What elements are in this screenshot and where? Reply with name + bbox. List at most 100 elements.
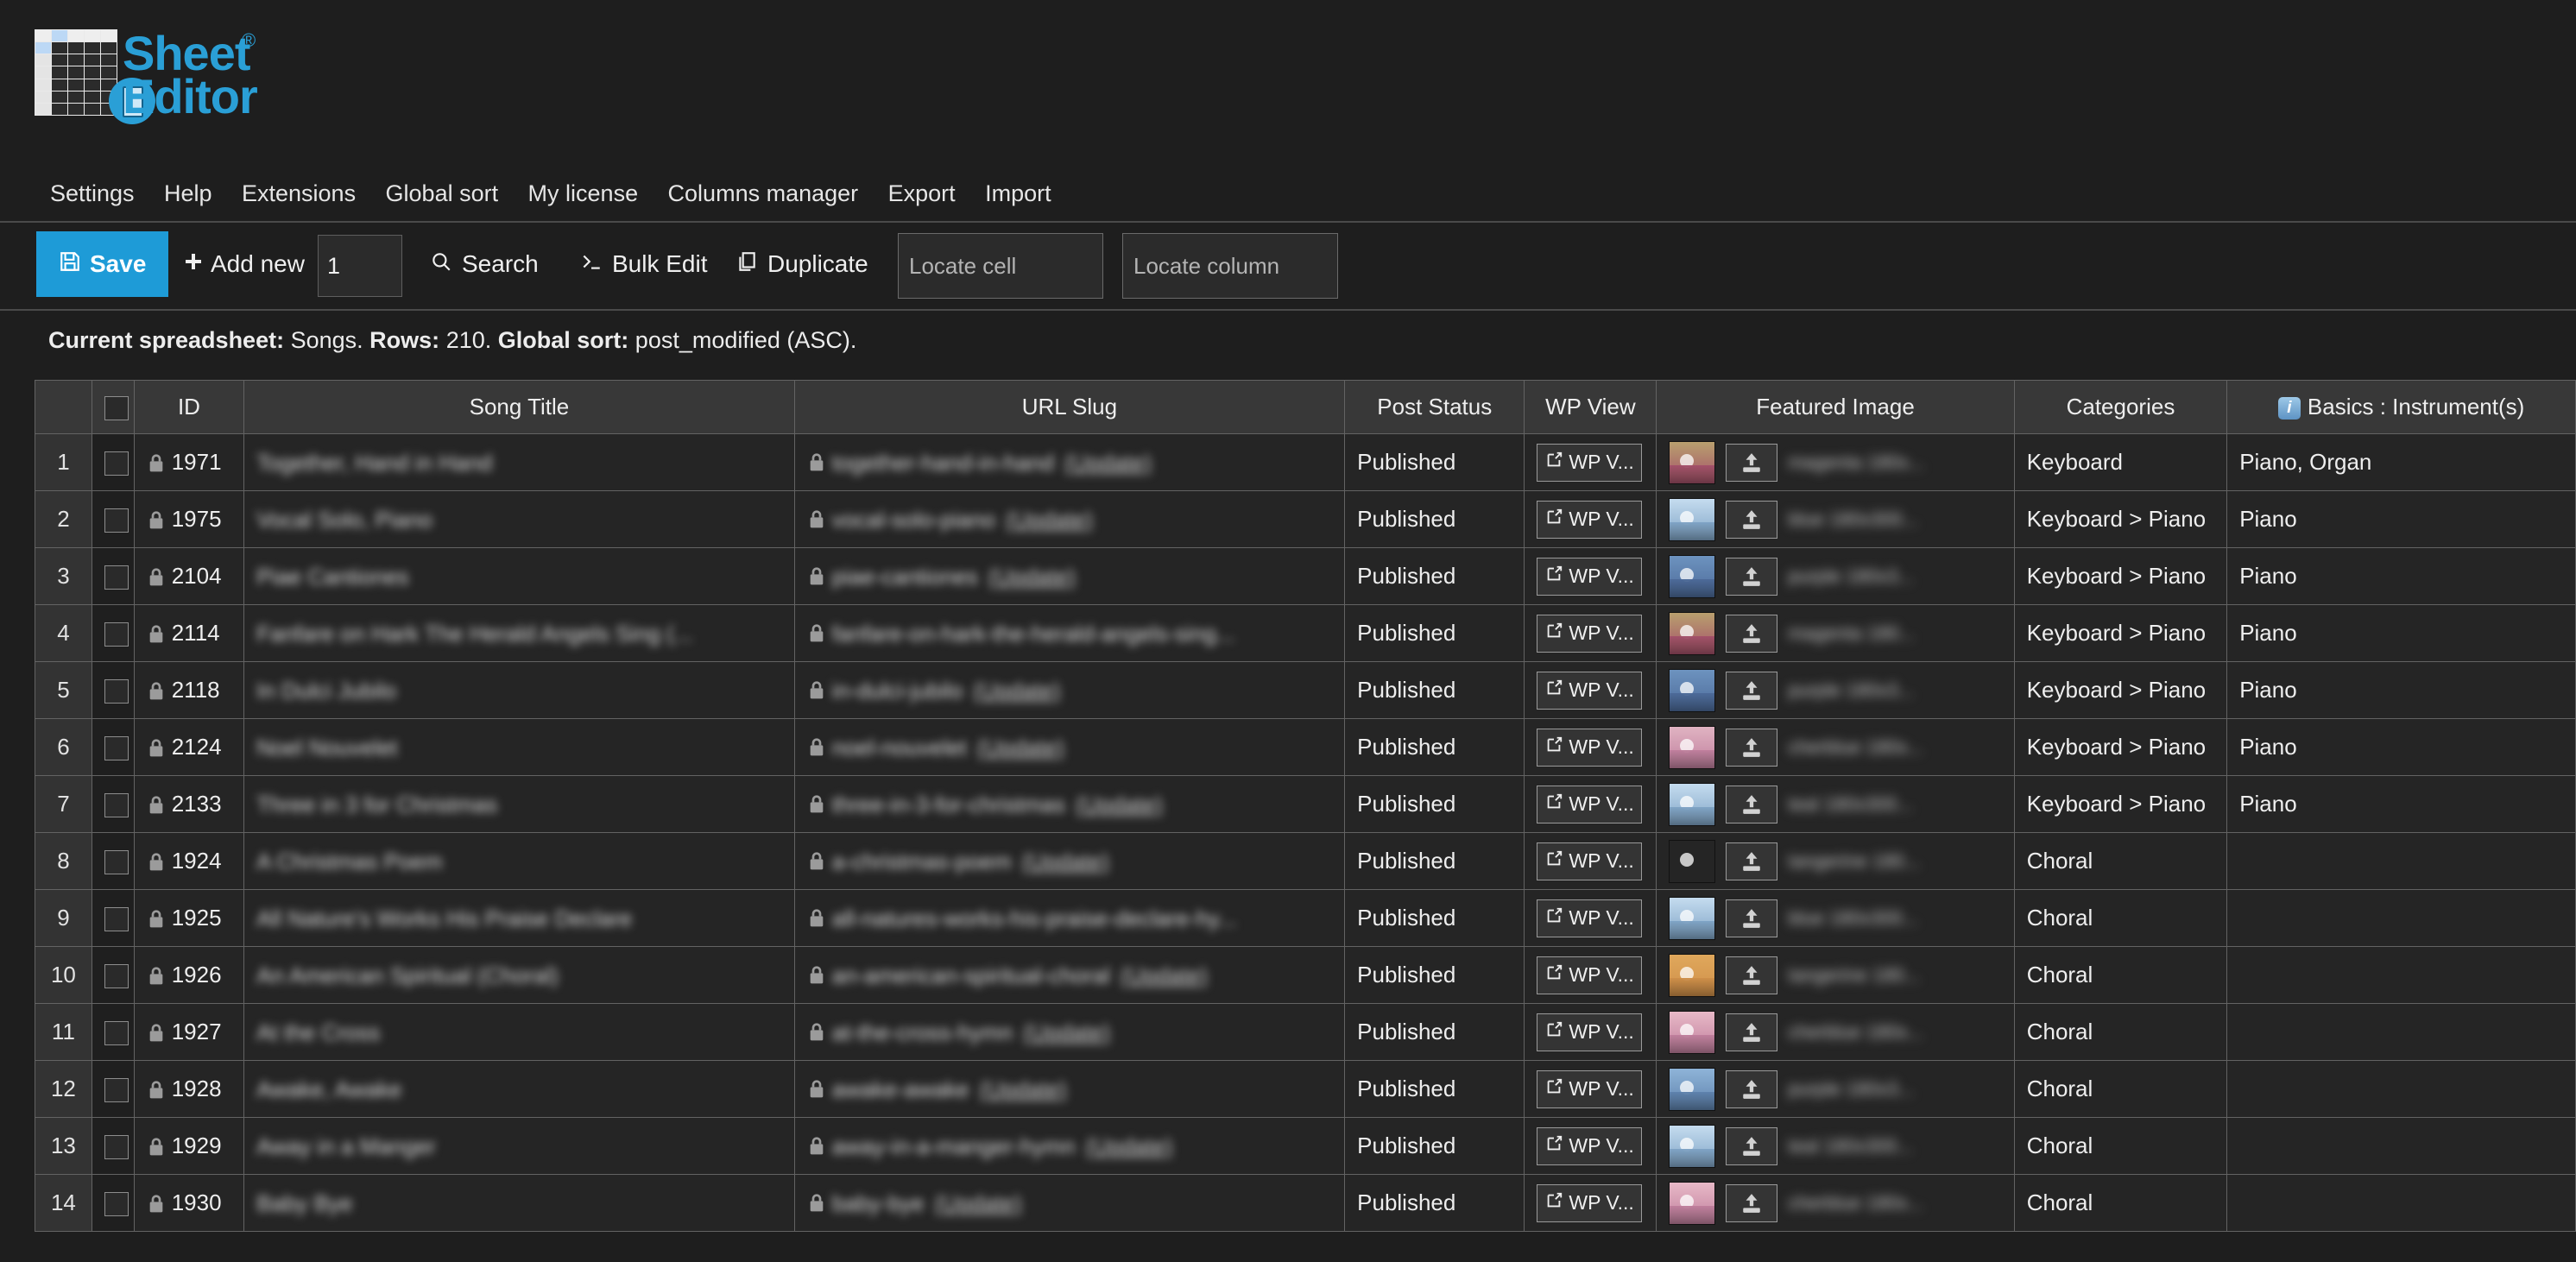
categories-cell[interactable]: Choral — [2013, 1174, 2228, 1232]
song-title-cell[interactable]: Fanfare on Hark The Herald Angels Sing (… — [243, 604, 795, 662]
row-checkbox[interactable] — [104, 793, 129, 818]
song-title-cell[interactable]: Noel Nouvelet — [243, 718, 795, 776]
wp-view-cell[interactable]: WP V... — [1524, 1003, 1657, 1061]
row-select-cell[interactable] — [91, 946, 135, 1004]
row-checkbox[interactable] — [104, 451, 129, 476]
menu-item-settings[interactable]: Settings — [50, 171, 135, 216]
url-slug-cell[interactable]: piae-cantiones (Update) — [793, 547, 1346, 605]
song-title-cell[interactable]: Piae Cantiones — [243, 547, 795, 605]
post-status-cell[interactable]: Published — [1344, 1117, 1525, 1175]
instruments-cell[interactable]: Piano — [2226, 661, 2576, 719]
categories-cell[interactable]: Keyboard > Piano — [2013, 775, 2228, 833]
instruments-cell[interactable]: Piano — [2226, 490, 2576, 548]
url-slug-cell[interactable]: together-hand-in-hand (Update) — [793, 433, 1346, 491]
featured-image-thumbnail[interactable] — [1669, 440, 1716, 484]
featured-image-thumbnail[interactable] — [1669, 497, 1716, 541]
featured-image-thumbnail[interactable] — [1669, 1124, 1716, 1168]
row-number-cell[interactable]: 11 — [35, 1003, 92, 1061]
upload-image-button[interactable] — [1726, 500, 1778, 539]
featured-image-cell[interactable]: cherblue 180x... — [1656, 1003, 2015, 1061]
featured-image-thumbnail[interactable] — [1669, 554, 1716, 598]
id-cell[interactable]: 1929 — [133, 1117, 245, 1175]
row-checkbox[interactable] — [104, 850, 129, 875]
rows-to-add-input[interactable] — [318, 235, 402, 297]
post-status-cell[interactable]: Published — [1344, 1003, 1525, 1061]
featured-image-thumbnail[interactable] — [1669, 1181, 1716, 1225]
upload-image-button[interactable] — [1726, 614, 1778, 653]
row-checkbox[interactable] — [104, 565, 129, 590]
wp-view-button[interactable]: WP V... — [1537, 785, 1642, 823]
menu-item-export[interactable]: Export — [888, 171, 956, 216]
instruments-cell[interactable] — [2226, 1117, 2576, 1175]
header-categories[interactable]: Categories — [2013, 380, 2228, 434]
row-select-cell[interactable] — [91, 604, 135, 662]
header-post-status[interactable]: Post Status — [1344, 380, 1525, 434]
upload-image-button[interactable] — [1726, 1013, 1778, 1051]
row-checkbox[interactable] — [104, 1135, 129, 1160]
url-slug-update-link[interactable]: (Update) — [1022, 849, 1109, 875]
categories-cell[interactable]: Keyboard > Piano — [2013, 718, 2228, 776]
row-select-cell[interactable] — [91, 547, 135, 605]
featured-image-thumbnail[interactable] — [1669, 896, 1716, 940]
featured-image-cell[interactable]: teal 180x300... — [1656, 775, 2015, 833]
song-title-cell[interactable]: Three in 3 for Christmas — [243, 775, 795, 833]
url-slug-cell[interactable]: at-the-cross-hymn (Update) — [793, 1003, 1346, 1061]
featured-image-thumbnail[interactable] — [1669, 1010, 1716, 1054]
url-slug-update-link[interactable]: (Update) — [980, 1076, 1067, 1103]
upload-image-button[interactable] — [1726, 899, 1778, 937]
categories-cell[interactable]: Keyboard — [2013, 433, 2228, 491]
bulk-edit-button[interactable]: Bulk Edit — [580, 231, 708, 297]
song-title-cell[interactable]: At the Cross — [243, 1003, 795, 1061]
header-instruments[interactable]: i Basics : Instrument(s) — [2226, 380, 2576, 434]
url-slug-update-link[interactable]: (Update) — [1076, 792, 1163, 818]
instruments-cell[interactable]: Piano — [2226, 775, 2576, 833]
featured-image-thumbnail[interactable] — [1669, 611, 1716, 655]
featured-image-cell[interactable]: magenta 180... — [1656, 604, 2015, 662]
instruments-cell[interactable]: Piano — [2226, 604, 2576, 662]
wp-view-button[interactable]: WP V... — [1537, 1126, 1642, 1165]
categories-cell[interactable]: Choral — [2013, 832, 2228, 890]
featured-image-cell[interactable]: tangerine 180... — [1656, 832, 2015, 890]
id-cell[interactable]: 2104 — [133, 547, 245, 605]
upload-image-button[interactable] — [1726, 956, 1778, 994]
instruments-cell[interactable]: Piano — [2226, 547, 2576, 605]
featured-image-thumbnail[interactable] — [1669, 1067, 1716, 1111]
featured-image-cell[interactable]: purple 180x3... — [1656, 661, 2015, 719]
categories-cell[interactable]: Keyboard > Piano — [2013, 661, 2228, 719]
row-checkbox[interactable] — [104, 907, 129, 932]
featured-image-cell[interactable]: magenta 180x... — [1656, 433, 2015, 491]
wp-view-button[interactable]: WP V... — [1537, 1183, 1642, 1222]
wp-view-cell[interactable]: WP V... — [1524, 604, 1657, 662]
row-select-cell[interactable] — [91, 490, 135, 548]
wp-view-cell[interactable]: WP V... — [1524, 490, 1657, 548]
post-status-cell[interactable]: Published — [1344, 661, 1525, 719]
url-slug-cell[interactable]: all-natures-works-his-praise-declare-hy.… — [793, 889, 1346, 947]
row-number-cell[interactable]: 12 — [35, 1060, 92, 1118]
url-slug-update-link[interactable]: (Update) — [1006, 507, 1093, 533]
id-cell[interactable]: 1975 — [133, 490, 245, 548]
post-status-cell[interactable]: Published — [1344, 946, 1525, 1004]
row-number-cell[interactable]: 5 — [35, 661, 92, 719]
instruments-cell[interactable] — [2226, 889, 2576, 947]
select-all-checkbox[interactable] — [104, 396, 129, 421]
url-slug-cell[interactable]: awake-awake (Update) — [793, 1060, 1346, 1118]
row-checkbox[interactable] — [104, 1021, 129, 1046]
categories-cell[interactable]: Choral — [2013, 1117, 2228, 1175]
upload-image-button[interactable] — [1726, 785, 1778, 823]
row-checkbox[interactable] — [104, 1078, 129, 1103]
featured-image-thumbnail[interactable] — [1669, 839, 1716, 883]
featured-image-cell[interactable]: teal 180x300... — [1656, 1117, 2015, 1175]
wp-view-cell[interactable]: WP V... — [1524, 946, 1657, 1004]
categories-cell[interactable]: Choral — [2013, 1060, 2228, 1118]
search-button[interactable]: Search — [430, 231, 539, 297]
url-slug-cell[interactable]: a-christmas-poem (Update) — [793, 832, 1346, 890]
url-slug-update-link[interactable]: (Update) — [973, 678, 1060, 704]
upload-image-button[interactable] — [1726, 1126, 1778, 1165]
wp-view-button[interactable]: WP V... — [1537, 1070, 1642, 1108]
song-title-cell[interactable]: Awake, Awake — [243, 1060, 795, 1118]
featured-image-thumbnail[interactable] — [1669, 782, 1716, 826]
featured-image-cell[interactable]: purple 180x3... — [1656, 547, 2015, 605]
url-slug-cell[interactable]: an-american-spiritual-choral (Update) — [793, 946, 1346, 1004]
upload-image-button[interactable] — [1726, 842, 1778, 880]
instruments-cell[interactable] — [2226, 946, 2576, 1004]
